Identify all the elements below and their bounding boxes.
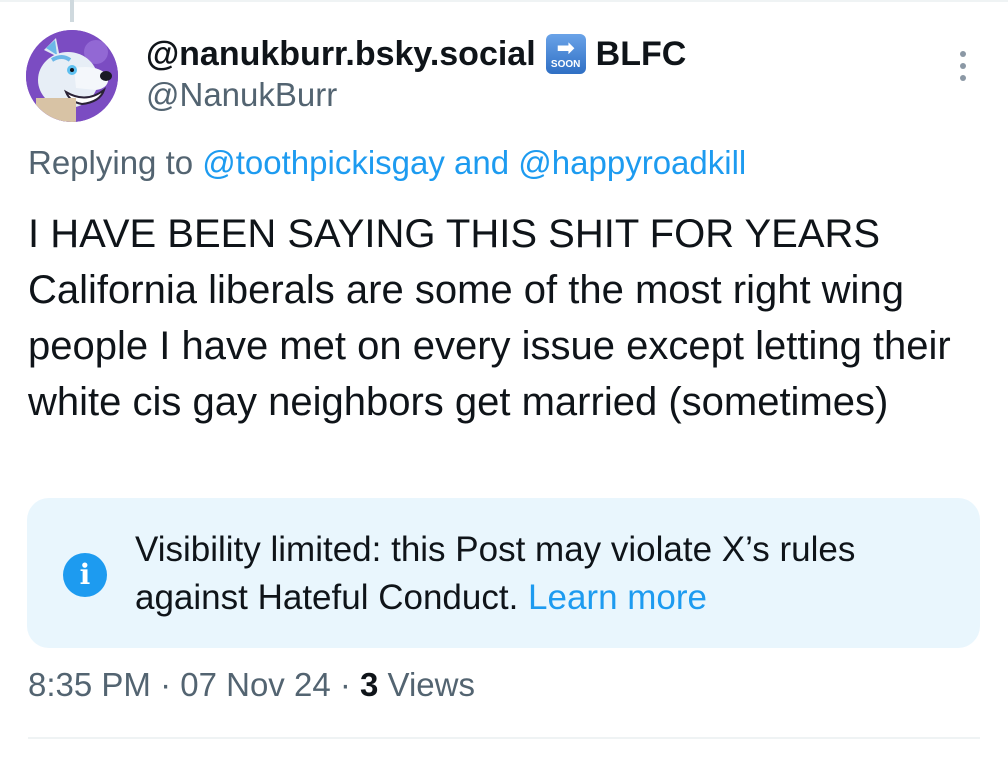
post-time[interactable]: 8:35 PM [28,666,151,703]
post-meta: 8:35 PM · 07 Nov 24 · 3 Views [28,666,475,704]
avatar[interactable] [26,30,118,122]
reply-joiner: and [444,144,519,181]
meta-separator: · [330,666,360,703]
author-display-name[interactable]: @nanukburr.bsky.social [146,35,536,74]
avatar-image [26,30,118,122]
thread-connector-line [70,0,74,22]
info-icon: i [63,553,107,597]
views-count[interactable]: 3 [360,666,378,703]
learn-more-link[interactable]: Learn more [528,578,707,617]
author-name-suffix[interactable]: BLFC [596,35,687,74]
author-name-row[interactable]: @nanukburr.bsky.social ➡ SOON BLFC [146,32,686,76]
views-label[interactable]: Views [378,666,475,703]
notice-text: Visibility limited: this Post may violat… [135,526,955,622]
notice-message: Visibility limited: this Post may violat… [135,530,856,617]
replying-to-line: Replying to @toothpickisgay and @happyro… [28,144,746,182]
post-text: I HAVE BEEN SAYING THIS SHIT FOR YEARS C… [28,212,951,424]
top-border [0,0,1008,2]
post-date[interactable]: 07 Nov 24 [180,666,330,703]
visibility-notice: i Visibility limited: this Post may viol… [27,498,980,648]
soon-arrow-icon: ➡ SOON [545,34,586,74]
more-options-icon[interactable] [948,48,978,84]
author-handle[interactable]: @NanukBurr [146,76,337,114]
reply-user-link-2[interactable]: @happyroadkill [518,144,746,181]
divider [28,737,980,739]
meta-separator: · [150,666,181,703]
reply-user-link-1[interactable]: @toothpickisgay [202,144,445,181]
replying-prefix: Replying to [28,144,203,181]
